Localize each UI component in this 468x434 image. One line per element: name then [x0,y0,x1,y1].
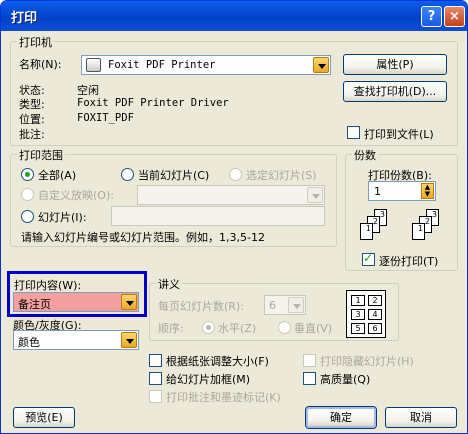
highlight-box [7,271,147,317]
range-all-radio[interactable] [21,168,34,181]
dialog-title: 打印 [11,11,38,26]
range-slides-label[interactable]: 幻灯片(I): [38,209,87,225]
range-custom-show-label: 自定义放映(O): [38,189,114,202]
range-current-label[interactable]: 当前幻灯片(C) [138,167,209,183]
print-comments-label: 打印批注和墨迹标记(K) [166,391,281,404]
ok-button[interactable]: 确定 [306,407,376,428]
custom-show-select[interactable] [137,185,325,205]
printer-name-label: 名称(N): [19,58,62,71]
range-selection-label: 选定幻灯片(S) [246,169,317,182]
frame-slides-checkbox[interactable] [149,372,162,385]
range-hint: 请输入幻灯片编号或幻灯片范围。例如，1,3,5-12 [21,231,265,244]
status-value: 空闲 [77,84,99,97]
properties-button[interactable]: 属性(P) [343,54,447,75]
range-slides-radio[interactable] [21,210,34,223]
range-custom-show-radio[interactable] [21,188,34,201]
collate-checkbox[interactable]: ✓ [362,251,375,266]
handout-layout-preview: 1 2 3 4 5 6 [346,290,386,338]
printer-group-title: 打印机 [17,34,54,50]
chevron-down-icon[interactable] [313,57,329,73]
chevron-down-icon [307,187,323,203]
copies-count-input[interactable]: 1 ▲ ▼ [368,181,436,201]
print-range-title: 打印范围 [17,147,65,163]
print-comments-checkbox[interactable] [149,390,162,403]
frame-slides-label[interactable]: 给幻灯片加框(M) [166,371,250,387]
chevron-down-icon [288,297,304,313]
spinner-icon[interactable]: ▲ ▼ [421,183,434,199]
printer-name-value: Foxit PDF Printer [108,59,216,71]
preview-button[interactable]: 预览(E) [13,407,75,428]
high-quality-label[interactable]: 高质量(Q) [320,371,370,387]
copies-count-value: 1 [374,185,381,198]
handouts-title: 讲义 [156,276,182,292]
location-value: FOXIT_PDF [77,112,134,124]
slides-input[interactable] [111,206,325,226]
find-printer-button[interactable]: 查找打印机(D)... [343,81,447,102]
print-hidden-checkbox[interactable] [303,354,316,367]
chevron-down-icon[interactable] [121,332,137,348]
location-label: 位置: [19,113,45,126]
comment-label: 批注: [19,128,45,141]
collate-label[interactable]: 逐份打印(T) [379,253,438,269]
print-to-file-checkbox[interactable] [347,126,360,139]
order-label: 顺序: [158,322,184,335]
range-current-radio[interactable] [121,168,134,181]
high-quality-checkbox[interactable] [303,372,316,385]
order-vertical-label: 垂直(V) [294,322,333,335]
order-horizontal-label: 水平(Z) [218,322,257,335]
per-page-value: 6 [269,299,276,312]
scale-to-fit-label[interactable]: 根据纸张调整大小(F) [166,353,269,369]
printer-name-select[interactable]: Foxit PDF Printer [81,55,331,75]
per-page-select[interactable]: 6 [264,295,306,315]
order-vertical-radio[interactable] [278,321,291,334]
title-bar: 打印 ? × [1,1,467,31]
copies-title: 份数 [352,147,378,163]
scale-to-fit-checkbox[interactable] [149,354,162,367]
range-all-label[interactable]: 全部(A) [38,167,76,183]
printer-icon [86,58,101,72]
per-page-label: 每页幻灯片数(R): [158,300,244,313]
order-horizontal-radio[interactable] [202,321,215,334]
help-icon[interactable]: ? [421,6,442,27]
print-hidden-label: 打印隐藏幻灯片(H) [320,355,414,368]
printer-group: 打印机 名称(N): Foxit PDF Printer 属性(P) 状态: 空… [10,34,458,146]
type-value: Foxit PDF Printer Driver [77,97,229,109]
copies-group: 份数 打印份数(B): 1 ▲ ▼ 3 2 1 3 2 1 ✓ 逐份打印(T) [345,147,458,271]
collate-preview: 3 2 1 3 2 1 [356,207,450,247]
close-icon[interactable]: × [444,6,465,27]
type-label: 类型: [19,98,45,111]
print-to-file-label[interactable]: 打印到文件(L) [364,126,434,142]
handouts-group: 讲义 每页幻灯片数(R): 6 顺序: 水平(Z) 垂直(V) 1 2 3 4 … [149,276,399,341]
print-dialog: 打印 ? × 打印机 名称(N): Foxit PDF Printer 属性(P… [0,0,468,434]
print-range-group: 打印范围 全部(A) 当前幻灯片(C) 选定幻灯片(S) 自定义放映(O): 幻… [10,147,337,247]
cancel-button[interactable]: 取消 [385,407,457,428]
color-value: 颜色 [18,336,40,349]
range-selection-radio[interactable] [229,168,242,181]
color-select[interactable]: 颜色 [13,330,139,350]
